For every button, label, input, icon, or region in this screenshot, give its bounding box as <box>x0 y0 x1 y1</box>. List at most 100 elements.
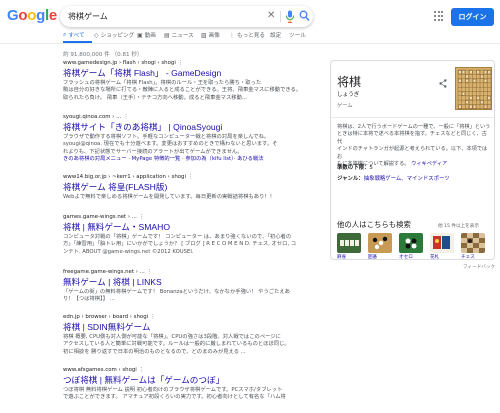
result-url[interactable]: freegame.game-wings.net › ... ⋮ <box>63 269 321 276</box>
more-options-icon[interactable]: ⋮ <box>147 269 152 275</box>
result-title[interactable]: 将棋 | 無料ゲーム・SMAHO <box>63 222 321 233</box>
wikipedia-link[interactable]: ウィキペディア <box>411 161 447 167</box>
tab-shopping[interactable]: ◇ ショッピング <box>94 31 135 40</box>
result-url[interactable]: edn.jp › browser › board › shogi ⋮ <box>63 314 321 321</box>
search-result: www14.big.or.jp › ~kerr1 › application ›… <box>63 174 321 201</box>
related-label: 花札 <box>430 255 440 260</box>
hanafuda-thumbnail <box>430 233 454 253</box>
tab-label: ショッピング <box>100 33 135 39</box>
tag-icon: ◇ <box>94 31 99 39</box>
result-url[interactable]: syougi.qinoa.com › ... ⋮ <box>63 114 321 121</box>
result-url[interactable]: www.afsgames.com › shogi ⋮ <box>63 367 321 374</box>
desc-line: インドのチャトランガが起源と考えられている。以下、本項ではお <box>337 146 488 160</box>
show-more-link[interactable]: 他 15 件以上を表示 <box>438 223 479 229</box>
kp-fact-label: 準数の下限： <box>337 165 370 171</box>
kp-description: 将棋は、2人で行うボードゲームの一種で、一般に「将棋」という ときは特に本将で述… <box>337 124 491 168</box>
more-options-icon[interactable]: ⋮ <box>188 174 193 180</box>
result-title[interactable]: つぼ将棋 | 無料ゲームは「ゲームのつぼ」 <box>63 375 321 386</box>
search-input[interactable]: 将棋ゲーム <box>68 11 108 22</box>
apps-grid-icon[interactable] <box>434 11 444 21</box>
snippet-line: 方」「練習用」「脳トレ用」にいかがでしょうか？ [ ブログ ] R E C O … <box>63 241 297 248</box>
result-url-text: edn.jp › browser › board › shogi <box>63 314 149 320</box>
result-snippet: コンピュータ対戦の「将棋」ゲームです！ コンピューター は、あまり強くないので、… <box>63 234 321 256</box>
related-mahjong[interactable]: 麻雀 <box>337 233 364 260</box>
result-stats: 約 91,800,000 件 （0.81 秒） <box>63 52 143 58</box>
tab-label: ツール <box>289 33 306 39</box>
tab-news[interactable]: ▤ ニュース <box>164 31 194 40</box>
result-title[interactable]: 将棋ゲーム「将棋 Flash」 - GameDesign <box>63 68 321 79</box>
result-snippet: Webよで無料で楽しめる将棋ゲームを開発しています。毎日更新の実戦詰将棋もあり！… <box>63 194 321 201</box>
tab-more[interactable]: ⋮ もっと見る <box>229 31 265 40</box>
result-url[interactable]: games.game-wings.net › ... ⋮ <box>63 214 321 221</box>
mahjong-thumbnail <box>337 233 361 253</box>
result-sitelinks[interactable]: きのあ将棋の対局メニュー · MyPage 特徴的一覧 · 参加の為（kifu … <box>63 156 321 163</box>
result-title[interactable]: 将棋サイト「きのあ将棋」 | QinoaSyougi <box>63 122 321 133</box>
logo-letter: o <box>27 7 37 24</box>
more-options-icon[interactable]: ⋮ <box>123 114 128 120</box>
snippet-line: アクセスしている人と簡単に対戦可能です。ルールは一般的に厳しまれているものとほぼ… <box>63 341 290 348</box>
search-divider <box>280 11 281 22</box>
knowledge-panel: 将棋 しょうぎ ゲーム 将棋は、2人で行うボードゲームの一種で、一般に「将棋」と… <box>330 60 495 260</box>
login-button[interactable]: ログイン <box>451 8 494 26</box>
result-url[interactable]: www.gamedesign.jp › flash › shogi › shog… <box>63 60 321 67</box>
result-snippet: 「ゲームの街」の無料将棋ゲームです！ Bonanzaというだけ、なかなか手強い！… <box>63 289 321 304</box>
tab-label: すべて <box>68 33 85 39</box>
related-label: オセロ <box>399 255 413 260</box>
kp-type: ゲーム <box>337 103 353 109</box>
tab-all[interactable]: ⌕ すべて <box>63 31 85 39</box>
snippet-line: 初に相談を 勝り返すで日本の明治のものとなるので、どのまのみが見える ... <box>63 348 246 355</box>
chess-thumbnail <box>461 233 485 253</box>
related-hanafuda[interactable]: 花札 <box>430 233 457 260</box>
search-icon[interactable] <box>299 10 310 22</box>
more-options-icon[interactable]: ⋮ <box>139 214 144 220</box>
more-options-icon[interactable]: ⋮ <box>150 314 155 320</box>
mic-icon[interactable] <box>285 10 295 23</box>
othello-thumbnail <box>399 233 423 253</box>
result-title[interactable]: 将棋ゲーム 将皇(FLASH版) <box>63 182 321 193</box>
snippet-line: 駒は自分の好きな場所に打てる・敵陣に入ると成ることができる。王将、飛車金マスに移… <box>63 87 302 94</box>
search-box[interactable]: 将棋ゲーム ✕ <box>60 6 313 27</box>
related-label: 麻雀 <box>337 255 347 260</box>
more-options-icon[interactable]: ⋮ <box>139 367 144 373</box>
share-icon[interactable] <box>439 79 447 88</box>
logo-letter: g <box>36 7 45 24</box>
search-result: games.game-wings.net › ... ⋮ 将棋 | 無料ゲーム・S… <box>63 214 321 256</box>
people-also-search-heading: 他の人はこちらも検索 <box>337 220 411 229</box>
related-label: チェス <box>461 255 475 260</box>
search-result: syougi.qinoa.com › ... ⋮ 将棋サイト「きのあ将棋」 | Q… <box>63 114 321 164</box>
kp-title: 将棋 <box>337 75 362 89</box>
result-url-text: www14.big.or.jp › ~kerr1 › application ›… <box>63 174 186 180</box>
tab-images[interactable]: ▨ 画像 <box>201 31 220 40</box>
related-othello[interactable]: オセロ <box>399 233 426 260</box>
desc-line: ときは特に本将で述べる本将棋を指す。チェスなどと同じく、古代 <box>337 131 487 145</box>
result-url[interactable]: www14.big.or.jp › ~kerr1 › application ›… <box>63 174 321 181</box>
header: Google 将棋ゲーム ✕ ログイン <box>0 0 500 34</box>
kp-divider <box>331 117 494 118</box>
related-go[interactable]: 囲碁 <box>368 233 395 260</box>
tab-video[interactable]: ▣ 動画 <box>137 31 156 40</box>
result-url-text: www.gamedesign.jp › flash › shogi › shog… <box>63 60 176 66</box>
tab-label: 動画 <box>144 33 156 39</box>
shogi-board-image[interactable] <box>455 67 492 110</box>
clear-icon[interactable]: ✕ <box>267 10 275 22</box>
result-url-text: syougi.qinoa.com › ... <box>63 114 122 120</box>
kp-fact-value[interactable]: 抽象戦略ゲーム、マインドスポーツ <box>364 176 450 182</box>
tab-label: 画像 <box>208 33 220 39</box>
tab-tools[interactable]: ツール <box>289 31 306 39</box>
snippet-line: ンテト. ABOUT @game-wings.net ©2012 KOUSEI. <box>63 248 194 255</box>
news-icon: ▤ <box>164 31 170 39</box>
related-chess[interactable]: チェス <box>461 233 488 260</box>
feedback-link[interactable]: フィードバック <box>463 264 495 270</box>
search-result: edn.jp › browser › board › shogi ⋮ 将棋 | S… <box>63 314 321 356</box>
more-options-icon[interactable]: ⋮ <box>178 60 183 66</box>
snippet-line: Webよで無料で楽しめる将棋ゲームを開発しています。毎日更新の実戦詰将棋もあり！… <box>63 194 275 200</box>
result-title[interactable]: 無料ゲーム | 将棋 | LINKS <box>63 277 321 288</box>
kp-reading: しょうぎ <box>337 92 360 98</box>
result-url-text: games.game-wings.net › ... <box>63 214 137 220</box>
tab-settings[interactable]: 設定 <box>270 31 281 39</box>
more-icon: ⋮ <box>229 31 235 39</box>
result-snippet: ブラウザで動作する将棋ソフト。手軽なコンピューター戦と将棋の対局を楽しんでね。 … <box>63 134 321 156</box>
google-logo[interactable]: Google <box>7 7 57 24</box>
search-result: www.gamedesign.jp › flash › shogi › shog… <box>63 60 321 102</box>
result-title[interactable]: 将棋 | SDIN無料ゲーム <box>63 322 321 333</box>
